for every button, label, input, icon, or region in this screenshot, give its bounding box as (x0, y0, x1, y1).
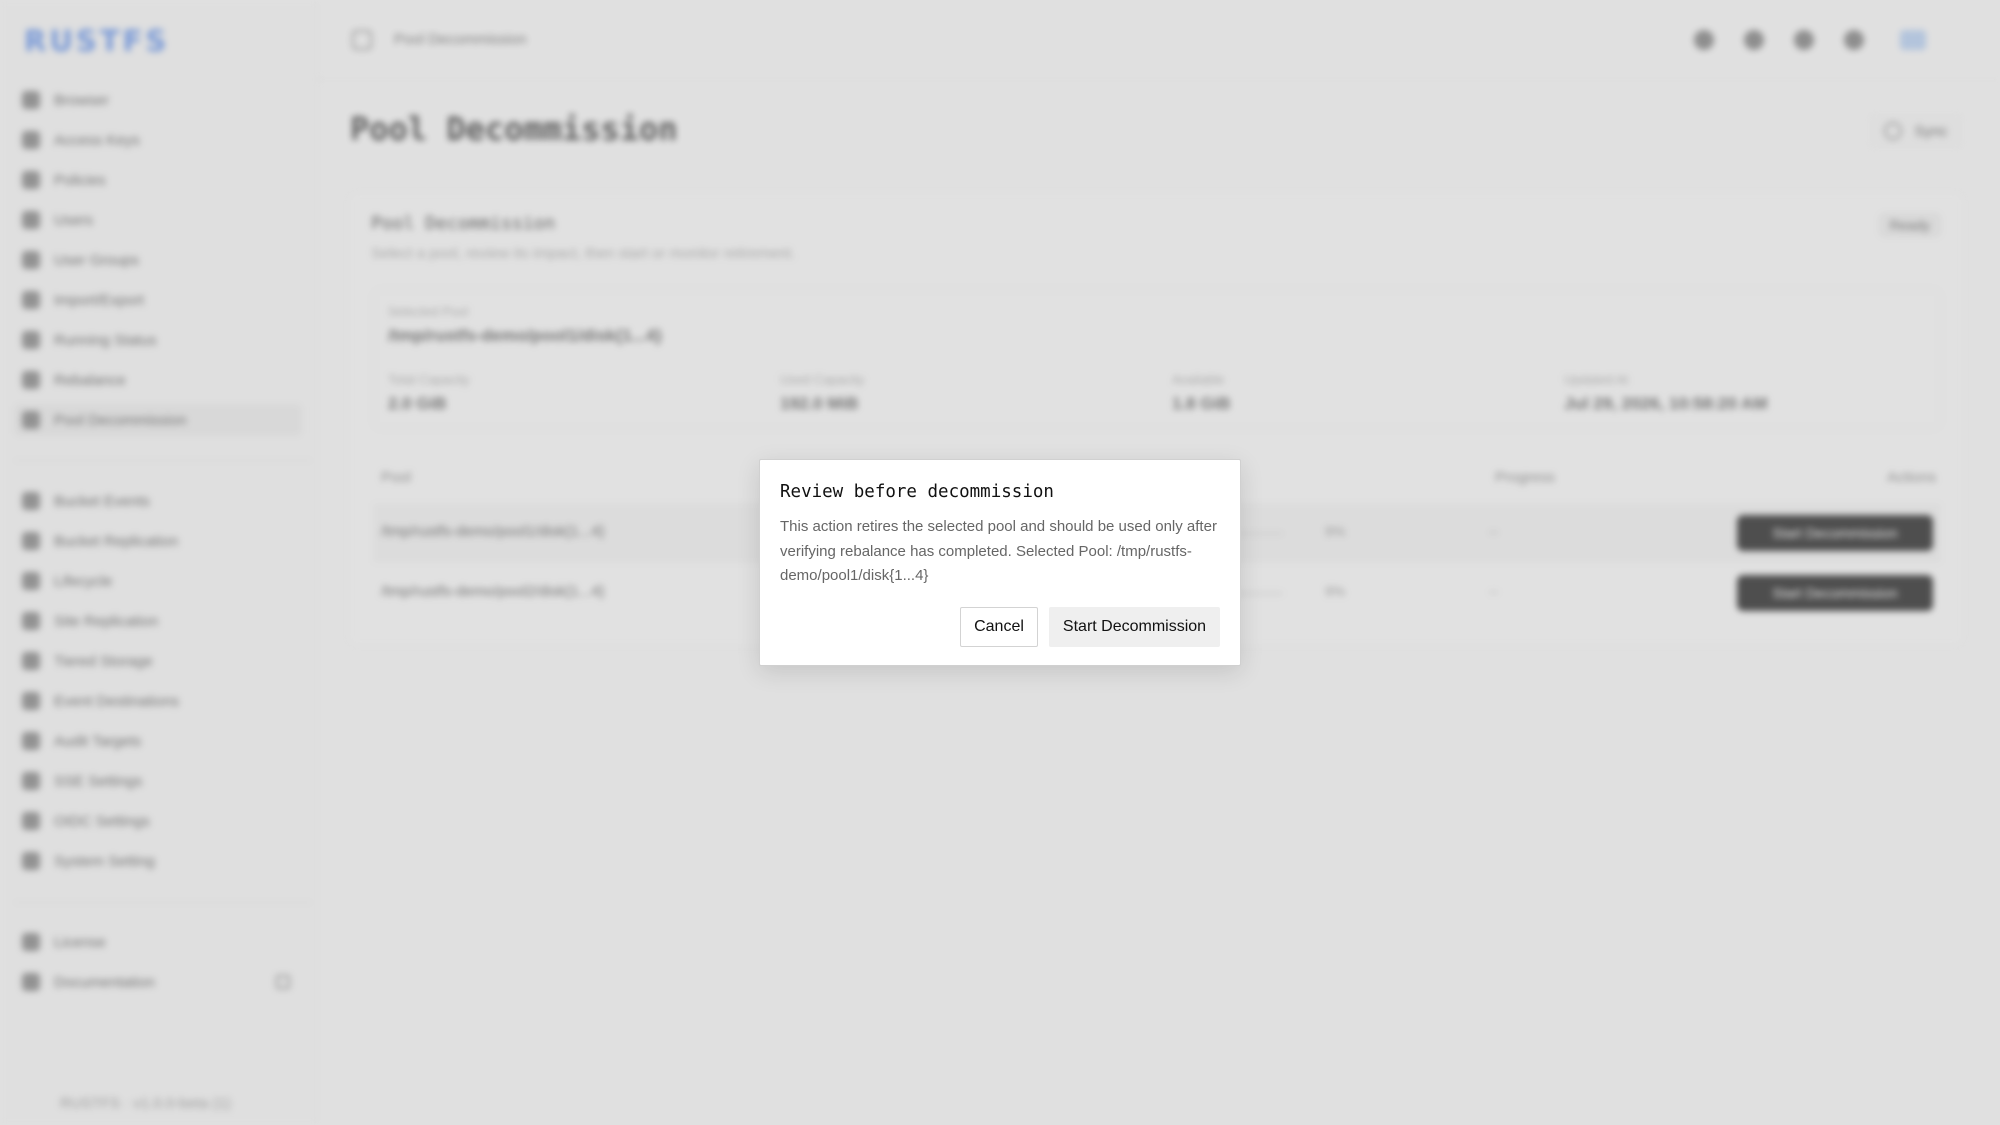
cancel-button[interactable]: Cancel (960, 607, 1038, 647)
dialog-title: Review before decommission (780, 482, 1054, 502)
confirm-decommission-dialog: Review before decommission This action r… (759, 459, 1241, 666)
dialog-message: This action retires the selected pool an… (780, 518, 1217, 584)
start-decommission-confirm-button[interactable]: Start Decommission (1049, 607, 1220, 647)
